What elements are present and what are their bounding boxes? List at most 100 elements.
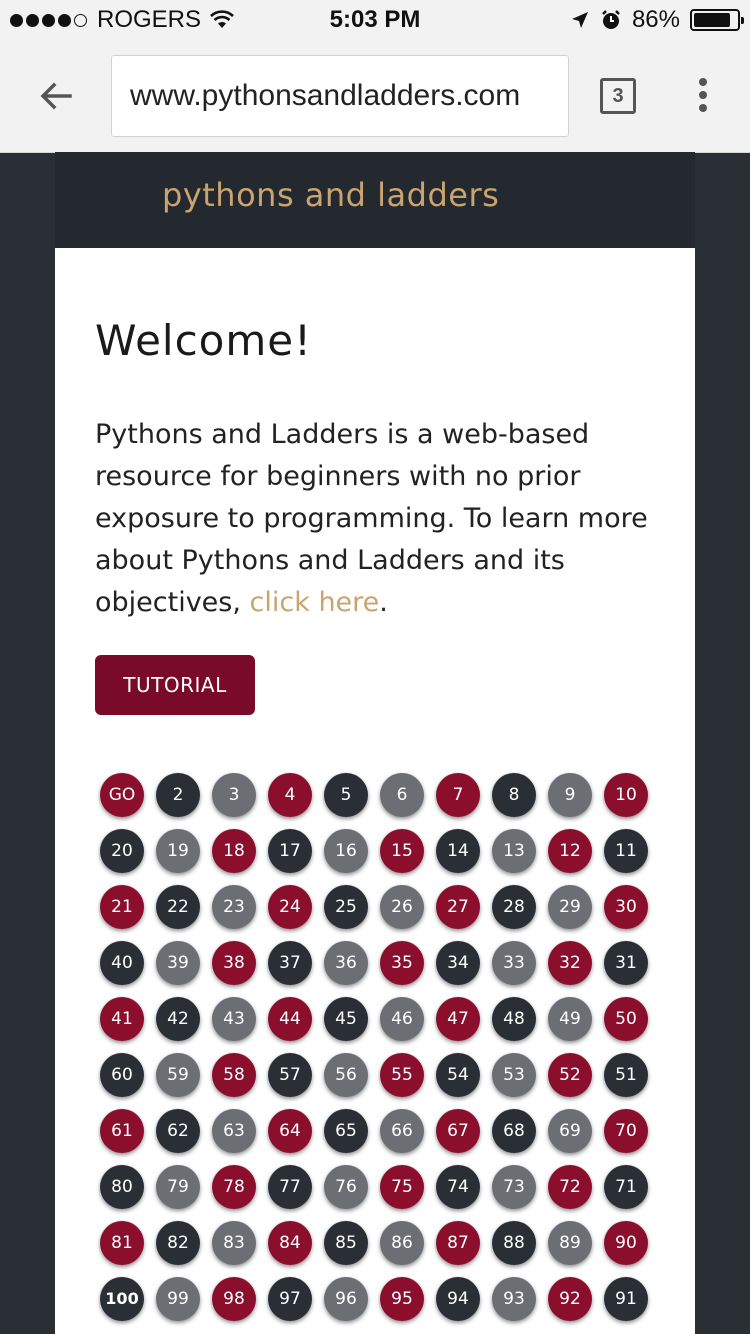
board-cell-41[interactable]: 41: [100, 997, 144, 1041]
board-cell-86[interactable]: 86: [380, 1221, 424, 1265]
board-cell-17[interactable]: 17: [268, 829, 312, 873]
board-cell-77[interactable]: 77: [268, 1165, 312, 1209]
board-cell-45[interactable]: 45: [324, 997, 368, 1041]
board-cell-20[interactable]: 20: [100, 829, 144, 873]
board-cell-68[interactable]: 68: [492, 1109, 536, 1153]
board-cell-28[interactable]: 28: [492, 885, 536, 929]
board-cell-80[interactable]: 80: [100, 1165, 144, 1209]
board-cell-12[interactable]: 12: [548, 829, 592, 873]
board-cell-18[interactable]: 18: [212, 829, 256, 873]
board-cell-26[interactable]: 26: [380, 885, 424, 929]
board-cell-97[interactable]: 97: [268, 1277, 312, 1321]
board-cell-7[interactable]: 7: [436, 773, 480, 817]
board-cell-29[interactable]: 29: [548, 885, 592, 929]
board-cell-57[interactable]: 57: [268, 1053, 312, 1097]
board-cell-36[interactable]: 36: [324, 941, 368, 985]
board-cell-60[interactable]: 60: [100, 1053, 144, 1097]
board-cell-9[interactable]: 9: [548, 773, 592, 817]
tutorial-button[interactable]: TUTORIAL: [95, 655, 255, 715]
board-cell-88[interactable]: 88: [492, 1221, 536, 1265]
board-cell-11[interactable]: 11: [604, 829, 648, 873]
board-cell-72[interactable]: 72: [548, 1165, 592, 1209]
board-cell-95[interactable]: 95: [380, 1277, 424, 1321]
board-cell-64[interactable]: 64: [268, 1109, 312, 1153]
board-cell-82[interactable]: 82: [156, 1221, 200, 1265]
board-cell-89[interactable]: 89: [548, 1221, 592, 1265]
board-cell-14[interactable]: 14: [436, 829, 480, 873]
board-cell-44[interactable]: 44: [268, 997, 312, 1041]
board-cell-70[interactable]: 70: [604, 1109, 648, 1153]
board-cell-34[interactable]: 34: [436, 941, 480, 985]
board-cell-66[interactable]: 66: [380, 1109, 424, 1153]
board-cell-76[interactable]: 76: [324, 1165, 368, 1209]
board-cell-63[interactable]: 63: [212, 1109, 256, 1153]
board-cell-23[interactable]: 23: [212, 885, 256, 929]
board-cell-25[interactable]: 25: [324, 885, 368, 929]
board-cell-38[interactable]: 38: [212, 941, 256, 985]
board-cell-27[interactable]: 27: [436, 885, 480, 929]
tab-switcher-button[interactable]: 3: [600, 78, 636, 114]
board-cell-75[interactable]: 75: [380, 1165, 424, 1209]
board-cell-58[interactable]: 58: [212, 1053, 256, 1097]
board-cell-39[interactable]: 39: [156, 941, 200, 985]
board-cell-16[interactable]: 16: [324, 829, 368, 873]
board-cell-59[interactable]: 59: [156, 1053, 200, 1097]
board-cell-35[interactable]: 35: [380, 941, 424, 985]
board-cell-32[interactable]: 32: [548, 941, 592, 985]
board-cell-24[interactable]: 24: [268, 885, 312, 929]
board-cell-2[interactable]: 2: [156, 773, 200, 817]
board-cell-73[interactable]: 73: [492, 1165, 536, 1209]
board-cell-30[interactable]: 30: [604, 885, 648, 929]
board-cell-96[interactable]: 96: [324, 1277, 368, 1321]
board-cell-93[interactable]: 93: [492, 1277, 536, 1321]
board-cell-100[interactable]: 100: [100, 1277, 144, 1321]
board-cell-74[interactable]: 74: [436, 1165, 480, 1209]
board-cell-90[interactable]: 90: [604, 1221, 648, 1265]
board-cell-61[interactable]: 61: [100, 1109, 144, 1153]
board-cell-43[interactable]: 43: [212, 997, 256, 1041]
board-cell-19[interactable]: 19: [156, 829, 200, 873]
about-link[interactable]: click here: [250, 587, 380, 618]
board-cell-15[interactable]: 15: [380, 829, 424, 873]
board-cell-55[interactable]: 55: [380, 1053, 424, 1097]
board-cell-53[interactable]: 53: [492, 1053, 536, 1097]
board-cell-48[interactable]: 48: [492, 997, 536, 1041]
board-cell-22[interactable]: 22: [156, 885, 200, 929]
board-cell-3[interactable]: 3: [212, 773, 256, 817]
board-cell-5[interactable]: 5: [324, 773, 368, 817]
board-cell-21[interactable]: 21: [100, 885, 144, 929]
board-cell-4[interactable]: 4: [268, 773, 312, 817]
board-cell-83[interactable]: 83: [212, 1221, 256, 1265]
site-brand[interactable]: pythons and ladders: [162, 176, 499, 214]
board-cell-91[interactable]: 91: [604, 1277, 648, 1321]
board-cell-79[interactable]: 79: [156, 1165, 200, 1209]
board-cell-54[interactable]: 54: [436, 1053, 480, 1097]
board-cell-81[interactable]: 81: [100, 1221, 144, 1265]
board-cell-31[interactable]: 31: [604, 941, 648, 985]
board-cell-98[interactable]: 98: [212, 1277, 256, 1321]
board-cell-47[interactable]: 47: [436, 997, 480, 1041]
board-cell-56[interactable]: 56: [324, 1053, 368, 1097]
board-cell-99[interactable]: 99: [156, 1277, 200, 1321]
address-bar[interactable]: www.pythonsandladders.com: [111, 55, 569, 137]
board-cell-67[interactable]: 67: [436, 1109, 480, 1153]
board-cell-52[interactable]: 52: [548, 1053, 592, 1097]
board-cell-go[interactable]: GO: [100, 773, 144, 817]
board-cell-94[interactable]: 94: [436, 1277, 480, 1321]
board-cell-13[interactable]: 13: [492, 829, 536, 873]
board-cell-37[interactable]: 37: [268, 941, 312, 985]
board-cell-46[interactable]: 46: [380, 997, 424, 1041]
board-cell-8[interactable]: 8: [492, 773, 536, 817]
board-cell-71[interactable]: 71: [604, 1165, 648, 1209]
board-cell-85[interactable]: 85: [324, 1221, 368, 1265]
board-cell-78[interactable]: 78: [212, 1165, 256, 1209]
board-cell-6[interactable]: 6: [380, 773, 424, 817]
board-cell-40[interactable]: 40: [100, 941, 144, 985]
back-arrow-icon[interactable]: [36, 76, 76, 116]
board-cell-33[interactable]: 33: [492, 941, 536, 985]
board-cell-42[interactable]: 42: [156, 997, 200, 1041]
board-cell-51[interactable]: 51: [604, 1053, 648, 1097]
board-cell-65[interactable]: 65: [324, 1109, 368, 1153]
board-cell-10[interactable]: 10: [604, 773, 648, 817]
board-cell-87[interactable]: 87: [436, 1221, 480, 1265]
